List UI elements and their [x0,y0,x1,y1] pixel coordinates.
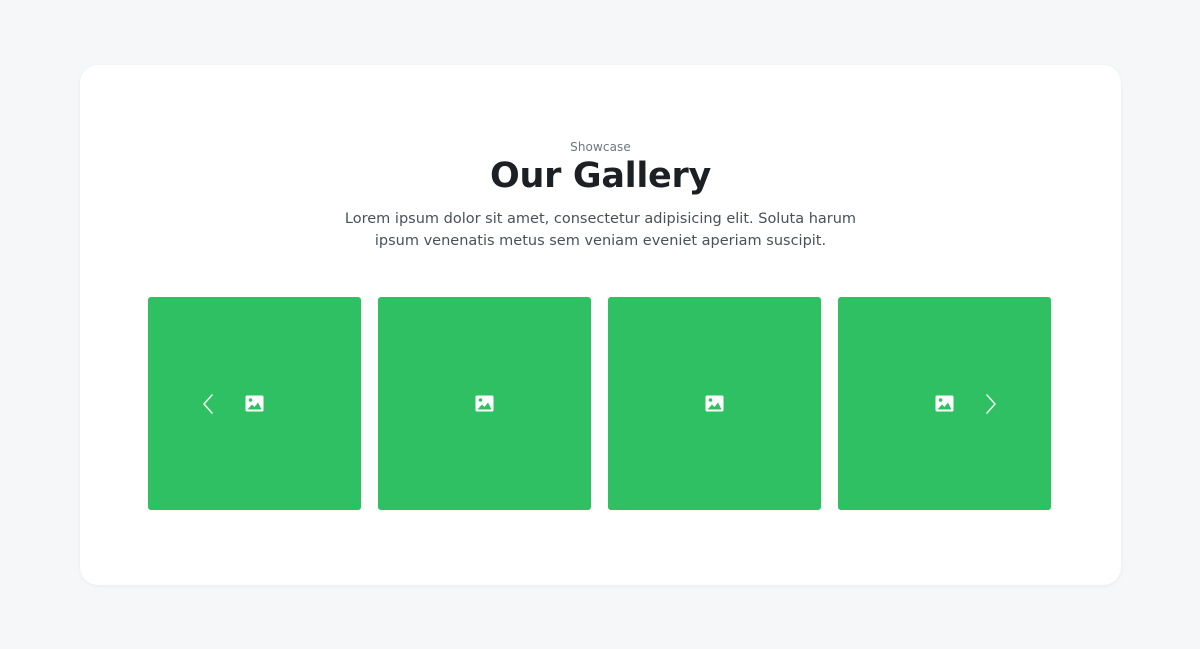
gallery-section-card: Showcase Our Gallery Lorem ipsum dolor s… [80,65,1121,585]
chevron-right-icon[interactable] [980,393,1000,415]
gallery-item[interactable] [838,297,1051,510]
section-title: Our Gallery [490,156,711,196]
section-eyebrow: Showcase [570,140,631,154]
image-icon [245,395,264,412]
chevron-left-icon[interactable] [199,393,219,415]
image-icon [475,395,494,412]
gallery-item[interactable] [148,297,361,510]
image-icon [705,395,724,412]
gallery-item[interactable] [378,297,591,510]
gallery-item[interactable] [608,297,821,510]
image-icon [935,395,954,412]
section-description: Lorem ipsum dolor sit amet, consectetur … [344,211,857,249]
